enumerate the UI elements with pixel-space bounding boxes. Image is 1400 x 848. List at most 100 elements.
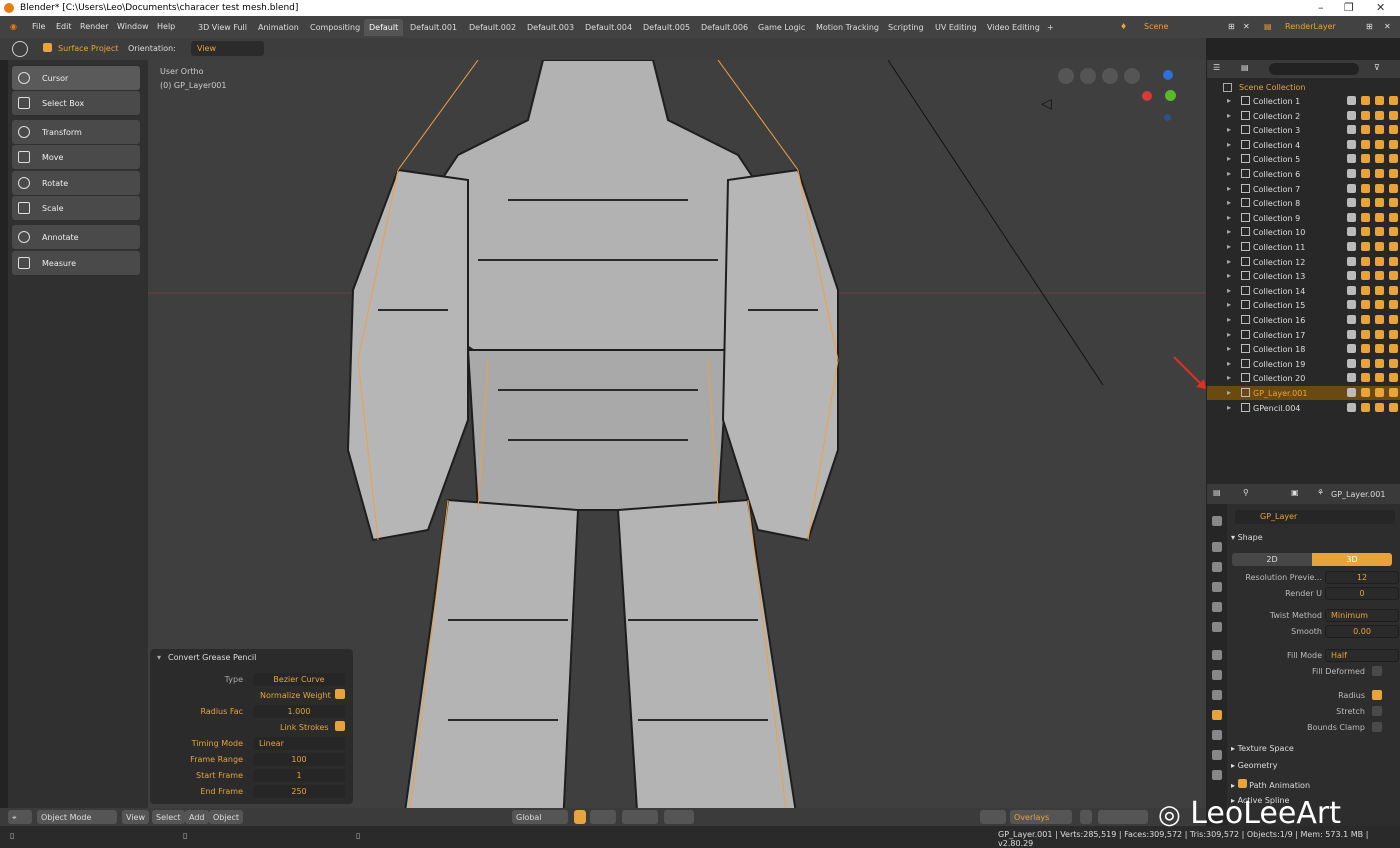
bounds-clamp-checkbox[interactable]: [1372, 722, 1382, 732]
menu-add[interactable]: Add: [185, 810, 209, 824]
outliner-item[interactable]: ▸ Collection 11: [1207, 240, 1400, 254]
eye-icon[interactable]: [1347, 344, 1356, 354]
select-icon[interactable]: [1361, 329, 1370, 339]
eye-icon[interactable]: [1347, 388, 1356, 397]
render-icon[interactable]: [1389, 373, 1398, 383]
tab-3d-view-full[interactable]: 3D View Full: [193, 19, 252, 36]
select-icon[interactable]: [1361, 285, 1370, 295]
expand-arrow-icon[interactable]: ▸: [1227, 403, 1231, 412]
viewport-icon[interactable]: [1375, 388, 1384, 397]
viewport-icon[interactable]: [1375, 198, 1384, 208]
viewport-icon[interactable]: [1375, 329, 1384, 339]
expand-arrow-icon[interactable]: ▸: [1227, 169, 1231, 178]
visibility-toggles[interactable]: [1317, 198, 1398, 208]
viewport-icon[interactable]: [1375, 242, 1384, 251]
expand-arrow-icon[interactable]: ▸: [1227, 111, 1231, 120]
select-icon[interactable]: [1361, 139, 1370, 149]
outliner-item[interactable]: ▸ Collection 14: [1207, 284, 1400, 298]
frame-range-field[interactable]: 100: [253, 753, 345, 766]
outliner-item[interactable]: ▸ Collection 15: [1207, 298, 1400, 312]
visibility-toggles[interactable]: [1317, 285, 1398, 296]
select-icon[interactable]: [1361, 198, 1370, 208]
expand-arrow-icon[interactable]: ▸: [1227, 154, 1231, 163]
outliner-editor-icon[interactable]: ☰: [1213, 63, 1220, 72]
menu-select[interactable]: Select: [152, 810, 185, 824]
outliner-item[interactable]: ▸ Collection 6: [1207, 167, 1400, 181]
outliner-item[interactable]: ▸ Collection 7: [1207, 182, 1400, 196]
eye-icon[interactable]: [1347, 315, 1356, 324]
path-animation-section[interactable]: ▸ Path Animation: [1231, 779, 1310, 790]
new-scene-icon[interactable]: ⊞: [1228, 22, 1235, 31]
expand-arrow-icon[interactable]: ▸: [1227, 96, 1231, 105]
physics-tab-icon[interactable]: [1212, 690, 1222, 700]
timing-mode-dropdown[interactable]: Linear: [253, 737, 345, 750]
axis-z-icon[interactable]: [1163, 70, 1173, 80]
transform-orientation-dropdown[interactable]: Global: [512, 810, 568, 824]
twist-method-dropdown[interactable]: Minimum: [1325, 609, 1399, 622]
mode-dropdown[interactable]: Object Mode: [37, 810, 117, 824]
visibility-toggles[interactable]: [1317, 402, 1398, 413]
orientation-dropdown[interactable]: View: [191, 41, 264, 56]
menu-edit[interactable]: Edit: [56, 22, 72, 31]
axis-y-icon[interactable]: [1165, 90, 1176, 101]
outliner-item[interactable]: ▸ Collection 10: [1207, 225, 1400, 239]
select-icon[interactable]: [1361, 300, 1370, 310]
viewport-icon[interactable]: [1375, 271, 1384, 281]
render-icon[interactable]: [1389, 154, 1398, 164]
view-layer-tab-icon[interactable]: [1212, 582, 1222, 592]
viewport-icon[interactable]: [1375, 402, 1384, 412]
viewport-icon[interactable]: [1375, 96, 1384, 105]
cursor-tool-icon[interactable]: [12, 41, 28, 57]
visibility-toggles[interactable]: [1317, 344, 1398, 354]
eye-icon[interactable]: [1347, 198, 1356, 208]
viewport-icon[interactable]: [1375, 125, 1384, 135]
eye-icon[interactable]: [1347, 329, 1356, 339]
eye-icon[interactable]: [1347, 183, 1356, 193]
stretch-checkbox[interactable]: [1372, 706, 1382, 716]
eye-icon[interactable]: [1347, 227, 1356, 237]
visibility-toggles[interactable]: [1317, 125, 1398, 135]
render-icon[interactable]: [1389, 329, 1398, 339]
viewport-icon[interactable]: [1375, 227, 1384, 237]
modifiers-tab-icon[interactable]: [1212, 670, 1222, 680]
tab-default-004[interactable]: Default.004: [580, 19, 637, 36]
new-render-layer-icon[interactable]: ⊞: [1366, 22, 1373, 31]
expand-arrow-icon[interactable]: ▸: [1227, 213, 1231, 222]
visibility-toggles[interactable]: [1317, 212, 1398, 223]
viewport-icon[interactable]: [1375, 373, 1384, 383]
add-workspace-icon[interactable]: +: [1042, 19, 1059, 36]
visibility-toggles[interactable]: [1317, 139, 1398, 150]
proportional-edit-icon[interactable]: [622, 810, 658, 824]
expand-arrow-icon[interactable]: ▸: [1227, 242, 1231, 251]
outliner-item[interactable]: ▸ GPencil.004: [1207, 401, 1400, 415]
resolution-preview-field[interactable]: 12: [1325, 571, 1399, 584]
render-icon[interactable]: [1389, 285, 1398, 295]
object-tab-icon[interactable]: [1212, 650, 1222, 660]
render-icon[interactable]: [1389, 96, 1398, 105]
outliner-item[interactable]: ▸ Collection 12: [1207, 255, 1400, 269]
fill-deformed-checkbox[interactable]: [1372, 666, 1382, 676]
render-icon[interactable]: [1389, 388, 1398, 397]
expand-arrow-icon[interactable]: ▸: [1227, 388, 1231, 397]
curve-data-tab-icon[interactable]: [1212, 710, 1222, 720]
outliner-item[interactable]: ▸ Collection 18: [1207, 342, 1400, 356]
expand-arrow-icon[interactable]: ▸: [1227, 140, 1231, 149]
visibility-toggles[interactable]: [1317, 388, 1398, 398]
select-icon[interactable]: [1361, 212, 1370, 222]
visibility-toggles[interactable]: [1317, 329, 1398, 340]
tab-default-003[interactable]: Default.003: [522, 19, 579, 36]
scene-collection-label[interactable]: Scene Collection: [1239, 83, 1306, 92]
select-icon[interactable]: [1361, 110, 1370, 120]
render-icon[interactable]: [1389, 169, 1398, 178]
render-icon[interactable]: [1389, 358, 1398, 368]
tab-motion-tracking[interactable]: Motion Tracking: [811, 19, 884, 36]
radius-fac-field[interactable]: 1.000: [253, 705, 345, 718]
render-tab-icon[interactable]: [1212, 542, 1222, 552]
render-icon[interactable]: [1389, 125, 1398, 135]
eye-icon[interactable]: [1347, 271, 1356, 281]
world-tab-icon[interactable]: [1212, 622, 1222, 632]
editor-type-icon[interactable]: ⌖: [8, 810, 32, 824]
outliner-item[interactable]: ▸ Collection 19: [1207, 357, 1400, 371]
path-animation-checkbox[interactable]: [1237, 779, 1247, 788]
render-icon[interactable]: [1389, 271, 1398, 281]
